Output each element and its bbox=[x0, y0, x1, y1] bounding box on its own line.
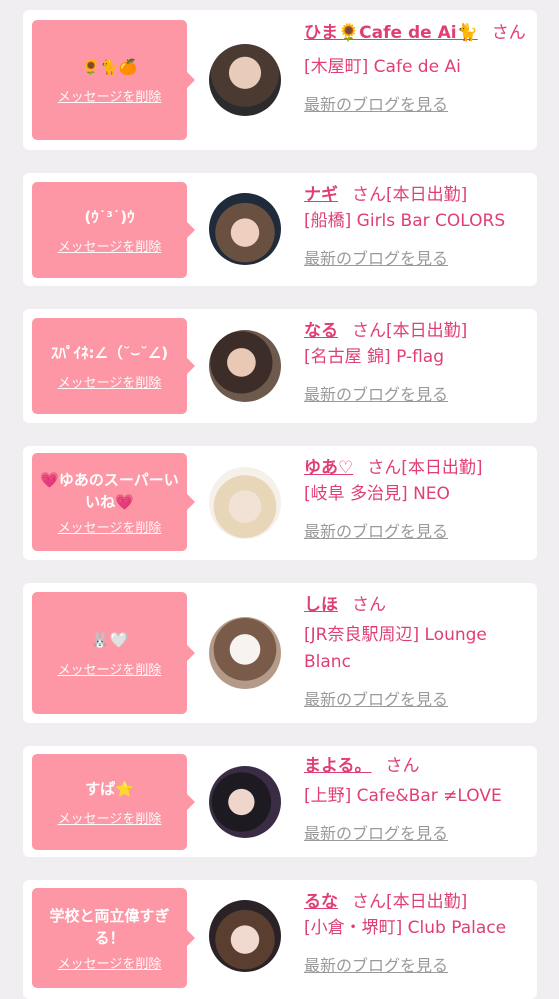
honorific: さん bbox=[352, 595, 386, 615]
shop-name: [岐阜 多治見] NEO bbox=[304, 484, 450, 504]
avatar[interactable] bbox=[209, 467, 281, 539]
message-card: 🌻🐈🍊 メッセージを削除 ひま🌻Cafe de Ai🐈 さん [木屋町] Cafe… bbox=[23, 10, 537, 150]
message-text: 💗ゆあのスーパーいいね💗 bbox=[40, 470, 179, 511]
avatar[interactable] bbox=[209, 900, 281, 972]
avatar[interactable] bbox=[209, 617, 281, 689]
avatar[interactable] bbox=[209, 330, 281, 402]
girl-name-link[interactable]: しほ bbox=[304, 595, 338, 615]
message-text: 学校と両立偉すぎる！ bbox=[49, 906, 170, 947]
latest-blog-link[interactable]: 最新のブログを見る bbox=[304, 381, 448, 405]
message-bubble: 学校と両立偉すぎる！ メッセージを削除 bbox=[32, 888, 195, 988]
honorific: さん bbox=[491, 23, 526, 43]
message-text: 🐰🤍 bbox=[90, 630, 129, 649]
girl-name-link[interactable]: まよる。 bbox=[304, 756, 372, 776]
honorific: さん bbox=[385, 756, 420, 776]
latest-blog-link[interactable]: 最新のブログを見る bbox=[304, 91, 448, 115]
message-text: (ｳ˙³˙)ｳ bbox=[84, 207, 135, 226]
girl-name-link[interactable]: ナギ bbox=[304, 185, 338, 205]
shop-name: [木屋町] Cafe de Ai bbox=[304, 57, 461, 77]
message-card: (ｳ˙³˙)ｳ メッセージを削除 ナギ さん[本日出勤] [船橋] Girls B… bbox=[23, 173, 537, 286]
shop-name: [小倉・堺町] Club Palace bbox=[304, 918, 507, 938]
message-card: すぱ⭐ メッセージを削除 まよる。 さん [上野] Cafe&Bar ≠LOVE … bbox=[23, 746, 537, 857]
avatar[interactable] bbox=[209, 193, 281, 265]
honorific: さん bbox=[352, 185, 386, 205]
girl-name-link[interactable]: ゆあ♡ bbox=[304, 458, 353, 478]
shop-name: [JR奈良駅周辺] Lounge Blanc bbox=[304, 625, 487, 672]
girl-name-link[interactable]: るな bbox=[304, 892, 338, 912]
delete-message-link[interactable]: メッセージを削除 bbox=[58, 236, 162, 255]
message-bubble: (ｳ˙³˙)ｳ メッセージを削除 bbox=[32, 182, 195, 278]
message-bubble: 💗ゆあのスーパーいいね💗 メッセージを削除 bbox=[32, 453, 195, 551]
delete-message-link[interactable]: メッセージを削除 bbox=[58, 659, 162, 678]
girl-name-link[interactable]: なる bbox=[304, 321, 338, 341]
delete-message-link[interactable]: メッセージを削除 bbox=[58, 808, 162, 827]
latest-blog-link[interactable]: 最新のブログを見る bbox=[304, 952, 448, 976]
message-text: 🌻🐈🍊 bbox=[81, 57, 138, 76]
message-text: ｽﾊﾟｲﾈ:∠（˘⌣˘∠) bbox=[50, 343, 169, 362]
honorific: さん bbox=[352, 321, 386, 341]
delete-message-link[interactable]: メッセージを削除 bbox=[58, 953, 162, 972]
latest-blog-link[interactable]: 最新のブログを見る bbox=[304, 686, 448, 710]
message-card: 💗ゆあのスーパーいいね💗 メッセージを削除 ゆあ♡ さん[本日出勤] [岐阜 多治… bbox=[23, 446, 537, 560]
status-badge: [本日出勤] bbox=[386, 185, 468, 205]
latest-blog-link[interactable]: 最新のブログを見る bbox=[304, 245, 448, 269]
delete-message-link[interactable]: メッセージを削除 bbox=[58, 372, 162, 391]
message-bubble: すぱ⭐ メッセージを削除 bbox=[32, 754, 195, 850]
honorific: さん bbox=[352, 892, 386, 912]
delete-message-link[interactable]: メッセージを削除 bbox=[58, 517, 162, 536]
message-bubble: 🌻🐈🍊 メッセージを削除 bbox=[32, 20, 195, 140]
message-bubble: 🐰🤍 メッセージを削除 bbox=[32, 592, 195, 714]
status-badge: [本日出勤] bbox=[386, 892, 468, 912]
message-card: 学校と両立偉すぎる！ メッセージを削除 るな さん[本日出勤] [小倉・堺町] C… bbox=[23, 880, 537, 999]
shop-name: [上野] Cafe&Bar ≠LOVE bbox=[304, 786, 502, 806]
latest-blog-link[interactable]: 最新のブログを見る bbox=[304, 820, 448, 844]
girl-name-link[interactable]: ひま🌻Cafe de Ai🐈 bbox=[304, 23, 478, 43]
shop-name: [船橋] Girls Bar COLORS bbox=[304, 211, 506, 231]
avatar[interactable] bbox=[209, 766, 281, 838]
latest-blog-link[interactable]: 最新のブログを見る bbox=[304, 518, 448, 542]
delete-message-link[interactable]: メッセージを削除 bbox=[58, 86, 162, 105]
avatar[interactable] bbox=[209, 44, 281, 116]
status-badge: [本日出勤] bbox=[401, 458, 483, 478]
message-card: ｽﾊﾟｲﾈ:∠（˘⌣˘∠) メッセージを削除 なる さん[本日出勤] [名古屋 錦… bbox=[23, 309, 537, 423]
status-badge: [本日出勤] bbox=[386, 321, 468, 341]
message-card: 🐰🤍 メッセージを削除 しほ さん [JR奈良駅周辺] Lounge Blanc … bbox=[23, 583, 537, 723]
message-bubble: ｽﾊﾟｲﾈ:∠（˘⌣˘∠) メッセージを削除 bbox=[32, 318, 195, 414]
honorific: さん bbox=[367, 458, 402, 478]
shop-name: [名古屋 錦] P-flag bbox=[304, 347, 445, 367]
message-text: すぱ⭐ bbox=[85, 779, 134, 798]
